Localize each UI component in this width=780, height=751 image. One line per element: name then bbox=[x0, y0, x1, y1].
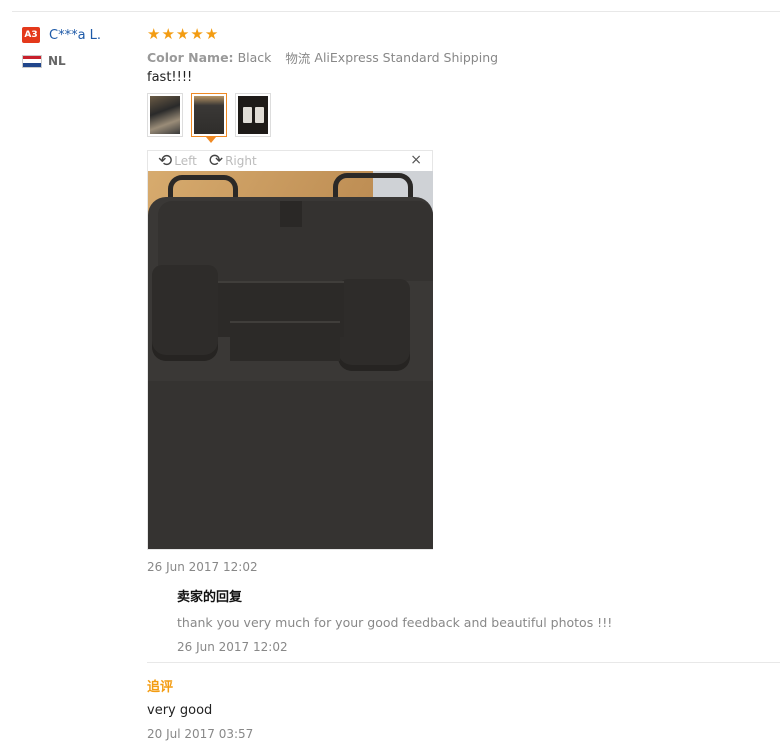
star-icon: ★ bbox=[204, 24, 219, 43]
shipping-label: 物流 bbox=[285, 50, 311, 66]
review-content: ★ ★ ★ ★ ★ Color Name: Black 物流 AliExpres… bbox=[147, 26, 780, 741]
photo-thumbnails bbox=[147, 93, 780, 143]
buyer-level-badge: A3 bbox=[22, 27, 40, 43]
country-code: NL bbox=[48, 54, 66, 68]
star-icon: ★ bbox=[190, 24, 204, 43]
netherlands-flag-icon bbox=[22, 54, 42, 68]
shipping-value: AliExpress Standard Shipping bbox=[314, 49, 499, 65]
photo-thumbnail[interactable] bbox=[235, 93, 271, 137]
star-rating: ★ ★ ★ ★ ★ bbox=[147, 26, 780, 42]
thumbnail-image bbox=[238, 96, 268, 134]
photo-viewer: ⟲ Left ⟳ Right × bbox=[147, 150, 433, 550]
star-icon: ★ bbox=[161, 24, 175, 43]
review-text: fast!!!! bbox=[147, 70, 193, 85]
color-value: Black bbox=[237, 49, 272, 65]
reviewer-info: A3 C***a L. NL bbox=[22, 26, 101, 68]
review-photo bbox=[148, 171, 433, 549]
viewer-toolbar: ⟲ Left ⟳ Right × bbox=[148, 151, 432, 171]
star-icon: ★ bbox=[147, 24, 161, 43]
order-info: Color Name: Black 物流 AliExpress Standard… bbox=[147, 48, 780, 66]
seller-reply: 卖家的回复 thank you very much for your good … bbox=[177, 586, 612, 654]
rotate-right-label: Right bbox=[225, 154, 257, 168]
rotate-left-button[interactable]: ⟲ Left bbox=[158, 151, 197, 171]
user-row: A3 C***a L. bbox=[22, 26, 101, 44]
color-label: Color Name: bbox=[147, 49, 234, 65]
thumbnail-image bbox=[194, 96, 224, 134]
top-divider bbox=[12, 11, 780, 12]
active-indicator bbox=[206, 137, 216, 143]
rotate-right-button[interactable]: ⟳ Right bbox=[208, 151, 257, 171]
seller-reply-title: 卖家的回复 bbox=[177, 590, 243, 605]
country-row: NL bbox=[22, 54, 101, 68]
star-icon: ★ bbox=[175, 24, 190, 43]
rotate-left-label: Left bbox=[174, 154, 197, 168]
rotate-left-icon: ⟲ bbox=[158, 151, 173, 171]
followup-divider bbox=[147, 662, 780, 663]
review-date: 26 Jun 2017 12:02 bbox=[147, 560, 258, 574]
followup-label: 追评 bbox=[147, 680, 174, 695]
photo-thumbnail-active[interactable] bbox=[191, 93, 227, 143]
photo-thumbnail[interactable] bbox=[147, 93, 183, 137]
seller-reply-text: thank you very much for your good feedba… bbox=[177, 615, 613, 630]
followup-date: 20 Jul 2017 03:57 bbox=[147, 727, 254, 741]
reviewer-name[interactable]: C***a L. bbox=[49, 28, 101, 43]
thumbnail-image bbox=[150, 96, 180, 134]
close-icon[interactable]: × bbox=[410, 152, 422, 168]
seller-reply-date: 26 Jun 2017 12:02 bbox=[177, 640, 288, 654]
followup-text: very good bbox=[147, 703, 213, 718]
rotate-right-icon: ⟳ bbox=[208, 151, 224, 171]
